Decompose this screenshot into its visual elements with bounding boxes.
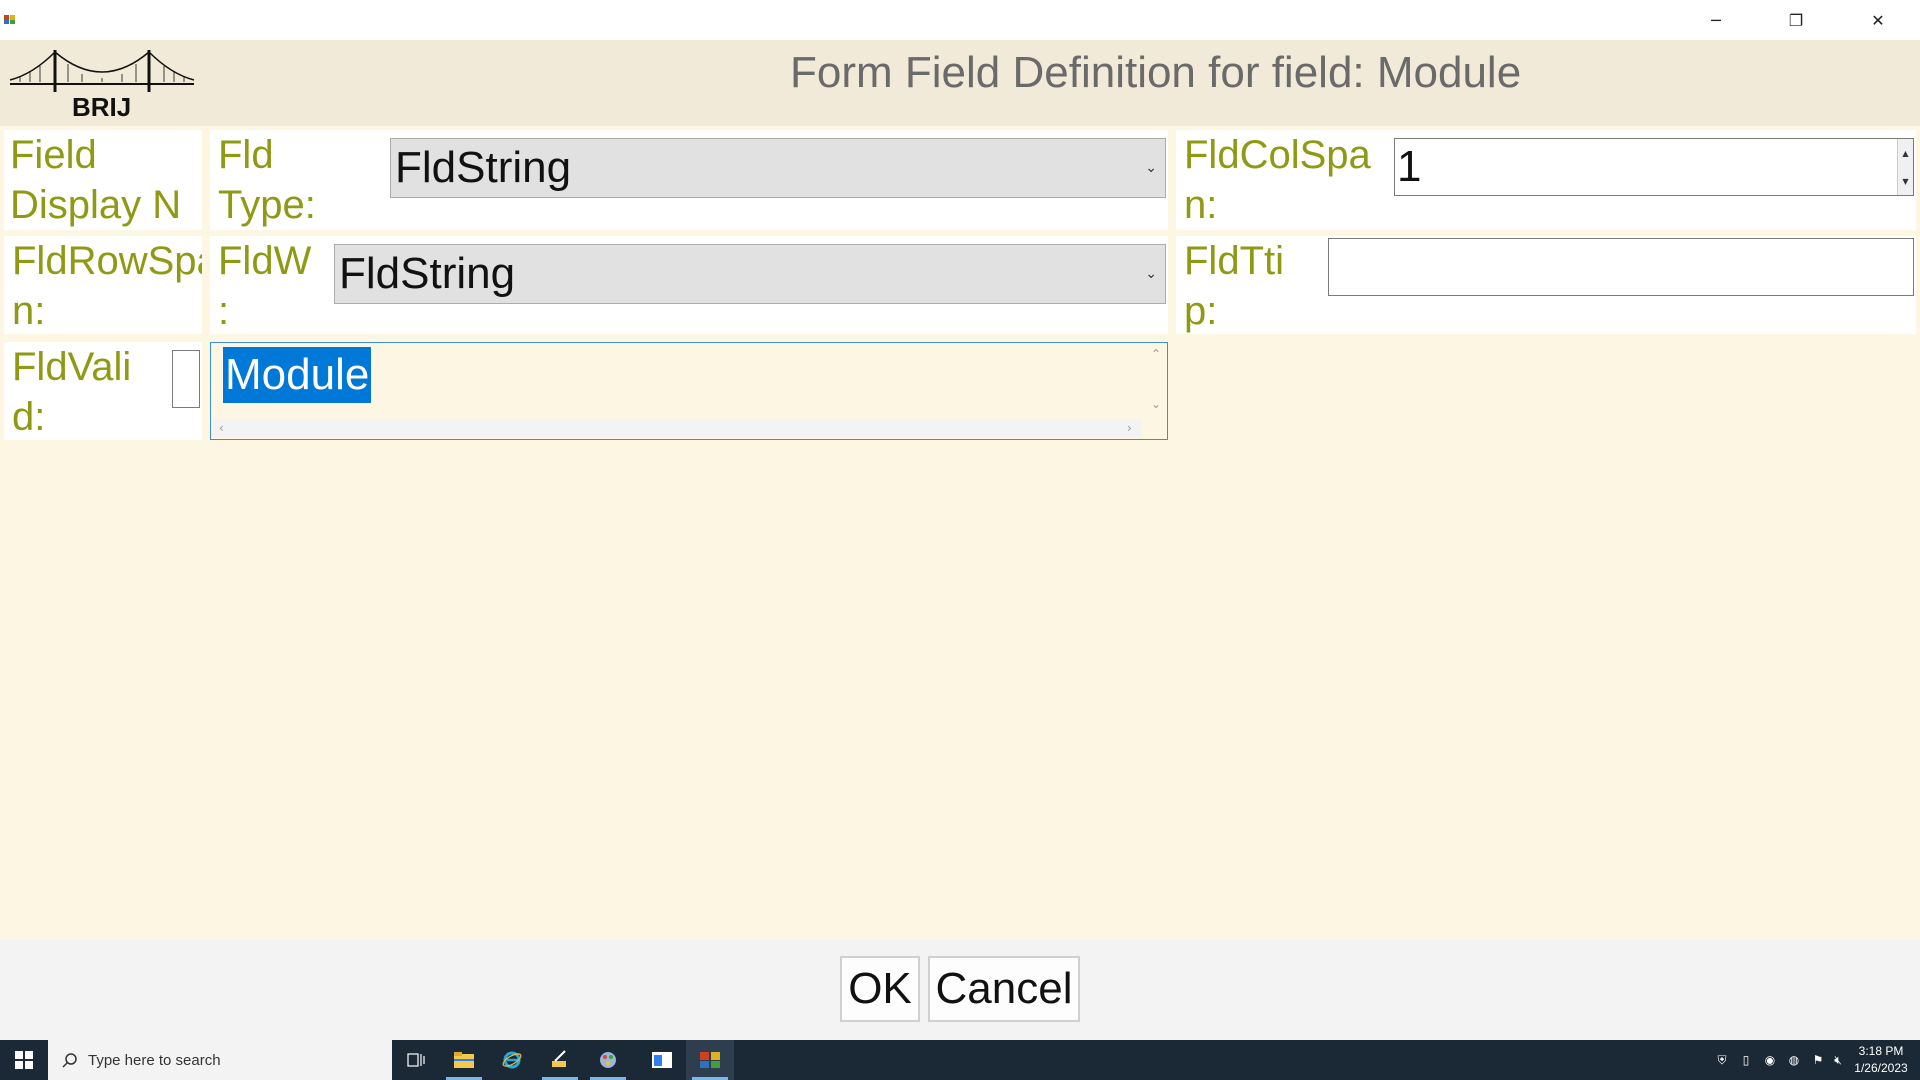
app-icon [4,15,15,24]
spin-buttons[interactable]: ▲ ▼ [1897,139,1913,195]
fld-valid-label: FldVali d: [12,345,132,439]
fld-w-value: FldString [339,249,516,298]
brij-logo: BRIJ [9,50,195,122]
taskbar-search[interactable]: Type here to search [48,1040,392,1080]
search-icon [62,1053,77,1068]
pinned-app-brush-icon[interactable] [536,1040,584,1080]
fld-col-span-cell: FldColSpa n: 1 ▲ ▼ [1176,130,1916,230]
scroll-right-icon[interactable]: › [1127,419,1132,437]
spin-down-icon[interactable]: ▼ [1898,167,1913,195]
window-titlebar: ─ ❐ ✕ [0,0,1920,40]
ie-glyph [502,1051,522,1069]
restore-button[interactable]: ❐ [1756,0,1836,40]
tray-flag-icon[interactable]: ⚑ [1806,1040,1830,1080]
active-app-icon[interactable] [686,1040,734,1080]
fld-type-value: FldString [395,143,572,192]
fld-valid-cell: FldVali d: [4,342,202,440]
dialog-footer: OK Cancel [0,940,1920,1040]
field-display-name-label: Field Display N [10,133,182,227]
fld-col-span-label: FldColSpa n: [1184,133,1371,227]
search-placeholder: Type here to search [88,1051,221,1069]
volume-muted-icon[interactable]: 🔇︎ [1828,1040,1848,1080]
folder-glyph [454,1052,474,1068]
fld-ttip-cell: FldTti p: [1176,236,1916,334]
window-glyph [652,1052,672,1068]
chevron-down-icon: ⌄ [1145,266,1157,282]
fld-ttip-input[interactable] [1328,238,1914,296]
tray-security-icon[interactable]: ⛨ [1710,1040,1734,1080]
file-explorer-icon[interactable] [440,1040,488,1080]
fld-type-cell: Fld Type: FldString ⌄ [210,130,1168,230]
fld-w-label: FldW : [218,239,312,333]
brush-glyph [552,1050,566,1067]
fld-w-cell: FldW : FldString ⌄ [210,236,1168,334]
task-view-icon[interactable] [392,1040,440,1080]
palette-glyph [600,1052,616,1068]
minimize-button[interactable]: ─ [1676,0,1756,40]
pinned-app-window-icon[interactable] [638,1040,686,1080]
clock-time: 3:18 PM [1858,1044,1904,1058]
tray-usb-icon[interactable]: ▯ [1734,1040,1758,1080]
display-name-textarea[interactable]: Module ⌃ ⌄ ‹ › [210,342,1168,440]
close-button[interactable]: ✕ [1838,0,1918,40]
page-title: Form Field Definition for field: Module [790,48,1522,97]
form-header: BRIJ Form Field Definition for field: Mo… [0,40,1920,126]
fld-row-span-cell: FldRowSpa n: [4,236,202,334]
pinned-app-paint-icon[interactable] [584,1040,632,1080]
chevron-down-icon: ⌄ [1145,160,1157,176]
vertical-scrollbar[interactable]: ⌃ ⌄ [1147,345,1165,421]
clock-date: 1/26/2023 [1854,1061,1908,1075]
fld-w-select[interactable]: FldString ⌄ [334,244,1166,304]
fld-ttip-label: FldTti p: [1184,239,1284,333]
fld-type-select[interactable]: FldString ⌄ [390,138,1166,198]
windows-taskbar: Type here to search ⛨ ▯ ◉ ◍ ⚑ 🔇︎ 3:18 PM… [0,1040,1920,1080]
ok-button[interactable]: OK [840,956,920,1022]
tray-network-icon[interactable]: ◍ [1782,1040,1806,1080]
start-button[interactable] [0,1040,48,1080]
windows-logo-icon [15,1051,33,1069]
cancel-button[interactable]: Cancel [928,956,1080,1022]
scroll-up-icon[interactable]: ⌃ [1147,347,1165,361]
task-view-glyph [407,1053,425,1067]
horizontal-scrollbar[interactable]: ‹ › [213,419,1141,437]
tray-app-icon[interactable]: ◉ [1758,1040,1782,1080]
internet-explorer-icon[interactable] [488,1040,536,1080]
fld-col-span-input[interactable]: 1 ▲ ▼ [1394,138,1914,196]
form-content: Field Display N Fld Type: FldString ⌄ Fl… [0,126,1920,940]
fld-col-span-value: 1 [1397,142,1422,191]
fld-valid-checkbox[interactable] [172,350,200,408]
brij-app-glyph [700,1052,720,1068]
display-name-value: Module [223,347,372,403]
fld-type-label: Fld Type: [218,133,316,227]
fld-row-span-label: FldRowSpa n: [12,239,202,333]
svg-text:BRIJ: BRIJ [72,92,131,122]
scroll-down-icon[interactable]: ⌄ [1147,397,1165,411]
spin-up-icon[interactable]: ▲ [1898,139,1913,167]
field-display-name-cell: Field Display N [4,130,202,230]
taskbar-clock[interactable]: 3:18 PM 1/26/2023 [1848,1043,1914,1077]
scroll-left-icon[interactable]: ‹ [219,419,224,437]
